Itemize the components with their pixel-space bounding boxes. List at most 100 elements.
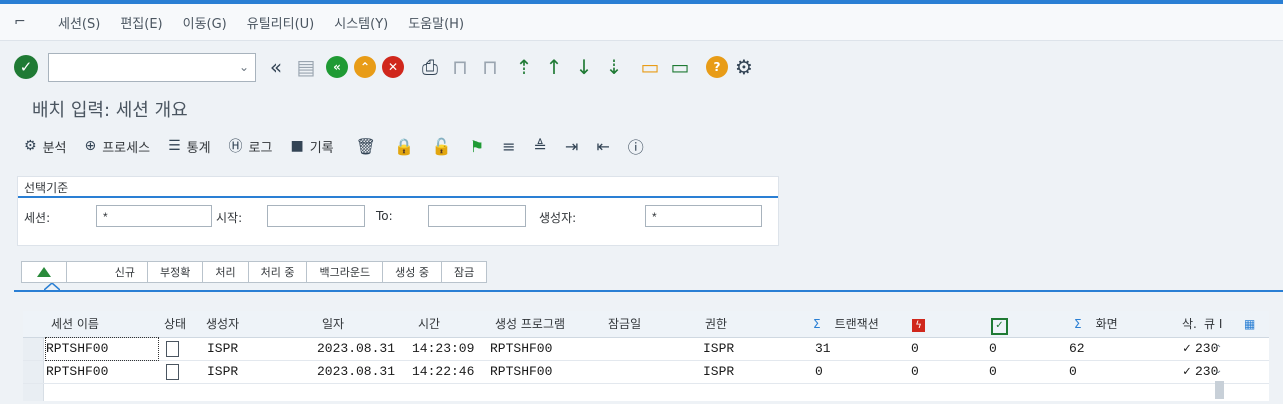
cell-date: 2023.08.31	[317, 364, 396, 379]
scroll-up-icon[interactable]: ⌃	[1214, 344, 1222, 355]
cell-session-name[interactable]: RPTSHF00	[45, 337, 159, 361]
col-transactions[interactable]: Σ 트랜잭션	[813, 311, 879, 337]
prev-page-icon[interactable]: ↑	[544, 55, 564, 79]
first-page-icon[interactable]: ⇡	[514, 55, 534, 79]
export-icon[interactable]: ⇥	[565, 137, 578, 156]
back-double-icon[interactable]: «	[266, 55, 286, 79]
flag-icon[interactable]: ⚑	[470, 137, 484, 156]
col-delete[interactable]: 삭.	[1182, 311, 1197, 337]
scrollbar-thumb[interactable]	[1215, 381, 1224, 399]
scroll-down-icon[interactable]: ⌄	[1214, 365, 1222, 376]
menu-help[interactable]: 도움말(H)	[408, 13, 464, 32]
statistics-button[interactable]: ☰ 통계	[168, 137, 210, 156]
row-selector[interactable]	[23, 361, 44, 383]
menu-goto[interactable]: 이동(G)	[183, 13, 227, 32]
next-page-icon[interactable]: ↓	[574, 55, 594, 79]
last-page-icon[interactable]: ⇣	[604, 55, 624, 79]
screens-label: 화면	[1095, 317, 1118, 331]
info-icon[interactable]: ⓘ	[628, 134, 644, 158]
shortcut-icon[interactable]: ▭	[670, 55, 690, 79]
chevron-down-icon[interactable]: ⌄	[239, 60, 255, 74]
status-tabs: 신규 부정확 처리 처리 중 백그라운드 생성 중 잠금	[21, 261, 488, 283]
exit-icon[interactable]: ⌃	[354, 56, 376, 78]
delete-icon[interactable]: 🗑	[356, 137, 376, 156]
menu-session[interactable]: 세션(S)	[58, 13, 100, 32]
sort-icon[interactable]: ≜	[534, 137, 547, 156]
to-field[interactable]	[428, 205, 526, 227]
col-lock-date[interactable]: 잠금일	[608, 311, 641, 337]
col-session-name[interactable]: 세션 이름	[51, 311, 99, 337]
record-button[interactable]: ■ 기록	[290, 137, 333, 156]
table-row[interactable]: RPTSHF00 ISPR 2023.08.31 14:23:09 RPTSHF…	[23, 337, 1269, 361]
tab-indicator	[44, 283, 60, 291]
all-status-icon	[37, 267, 51, 277]
col-queue[interactable]: 큐 I	[1204, 311, 1222, 337]
analyze-icon: ⚙	[24, 138, 37, 154]
creator-label: 생성자:	[539, 211, 577, 225]
tab-new[interactable]: 신규	[66, 261, 148, 283]
col-auth[interactable]: 권한	[705, 311, 727, 337]
unlock-icon[interactable]: 🔓	[432, 137, 452, 156]
group-divider	[18, 196, 778, 198]
cell-creator: ISPR	[207, 341, 239, 356]
save-icon[interactable]: ▤	[296, 55, 316, 79]
check-icon[interactable]: ✓	[14, 55, 38, 79]
creator-field[interactable]: *	[645, 205, 762, 227]
settings-icon[interactable]: ⚙	[734, 55, 754, 79]
col-done[interactable]: ✓	[991, 311, 1008, 337]
analyze-label: 분석	[42, 140, 67, 156]
tab-background[interactable]: 백그라운드	[306, 261, 384, 283]
session-field[interactable]: *	[96, 205, 212, 227]
sum-icon: Σ	[1074, 317, 1082, 331]
cell-done: 0	[989, 341, 997, 356]
col-date[interactable]: 일자	[322, 311, 344, 337]
tab-incorrect[interactable]: 부정확	[147, 261, 204, 283]
find-icon[interactable]: ⊓	[450, 55, 470, 79]
cell-session-name[interactable]: RPTSHF00	[46, 361, 108, 383]
cell-delete-checkbox[interactable]: ✓	[1183, 338, 1191, 360]
menu-toggle-icon[interactable]: ⌐	[14, 14, 38, 30]
col-program[interactable]: 생성 프로그램	[495, 311, 565, 337]
find-next-icon[interactable]: ⊓	[480, 55, 500, 79]
table-row[interactable]: RPTSHF00 ISPR 2023.08.31 14:22:46 RPTSHF…	[23, 361, 1269, 384]
tab-in-process[interactable]: 처리 중	[247, 261, 308, 283]
tab-creating[interactable]: 생성 중	[382, 261, 442, 283]
table-row-partial[interactable]	[23, 384, 1269, 401]
col-screens[interactable]: Σ 화면	[1074, 311, 1118, 337]
check-box-icon: ✓	[991, 318, 1008, 335]
cell-time: 14:22:46	[412, 364, 475, 379]
tab-processed[interactable]: 처리	[202, 261, 249, 283]
tab-all[interactable]	[21, 261, 67, 283]
from-field[interactable]	[267, 205, 365, 227]
col-time[interactable]: 시간	[418, 311, 440, 337]
row-selector[interactable]	[23, 338, 44, 360]
tab-locked[interactable]: 잠금	[440, 261, 488, 283]
back-icon[interactable]: «	[326, 56, 348, 78]
command-field[interactable]: ⌄	[48, 52, 256, 82]
cell-delete-checkbox[interactable]: ✓	[1183, 361, 1191, 383]
print-icon[interactable]: ⎙	[420, 55, 440, 79]
command-input[interactable]	[49, 54, 239, 80]
menu-edit[interactable]: 편집(E)	[120, 13, 162, 32]
cell-auth: ISPR	[703, 364, 735, 379]
menu-system[interactable]: 시스템(Y)	[334, 13, 388, 32]
row-selector[interactable]	[23, 384, 44, 401]
col-creator[interactable]: 생성자	[206, 311, 239, 337]
import-icon[interactable]: ⇤	[596, 137, 609, 156]
lock-icon[interactable]: 🔒	[394, 137, 414, 156]
log-button[interactable]: Ⓗ 로그	[229, 136, 273, 156]
tab-underline	[14, 290, 1283, 292]
cell-transactions: 31	[815, 341, 831, 356]
help-icon[interactable]: ?	[706, 56, 728, 78]
col-error[interactable]: ϟ	[912, 311, 925, 337]
cancel-icon[interactable]: ✕	[382, 56, 404, 78]
analyze-button[interactable]: ⚙ 분석	[24, 137, 66, 156]
from-label: 시작:	[216, 211, 243, 225]
new-session-icon[interactable]: ▭	[640, 55, 660, 79]
statistics-icon: ☰	[168, 138, 181, 154]
filter-icon[interactable]: ≡	[502, 137, 515, 156]
menu-utilities[interactable]: 유틸리티(U)	[247, 13, 315, 32]
process-button[interactable]: ⊕ 프로세스	[84, 137, 150, 156]
column-settings-icon[interactable]: ▦	[1244, 311, 1255, 337]
col-status[interactable]: 상태	[164, 311, 186, 337]
